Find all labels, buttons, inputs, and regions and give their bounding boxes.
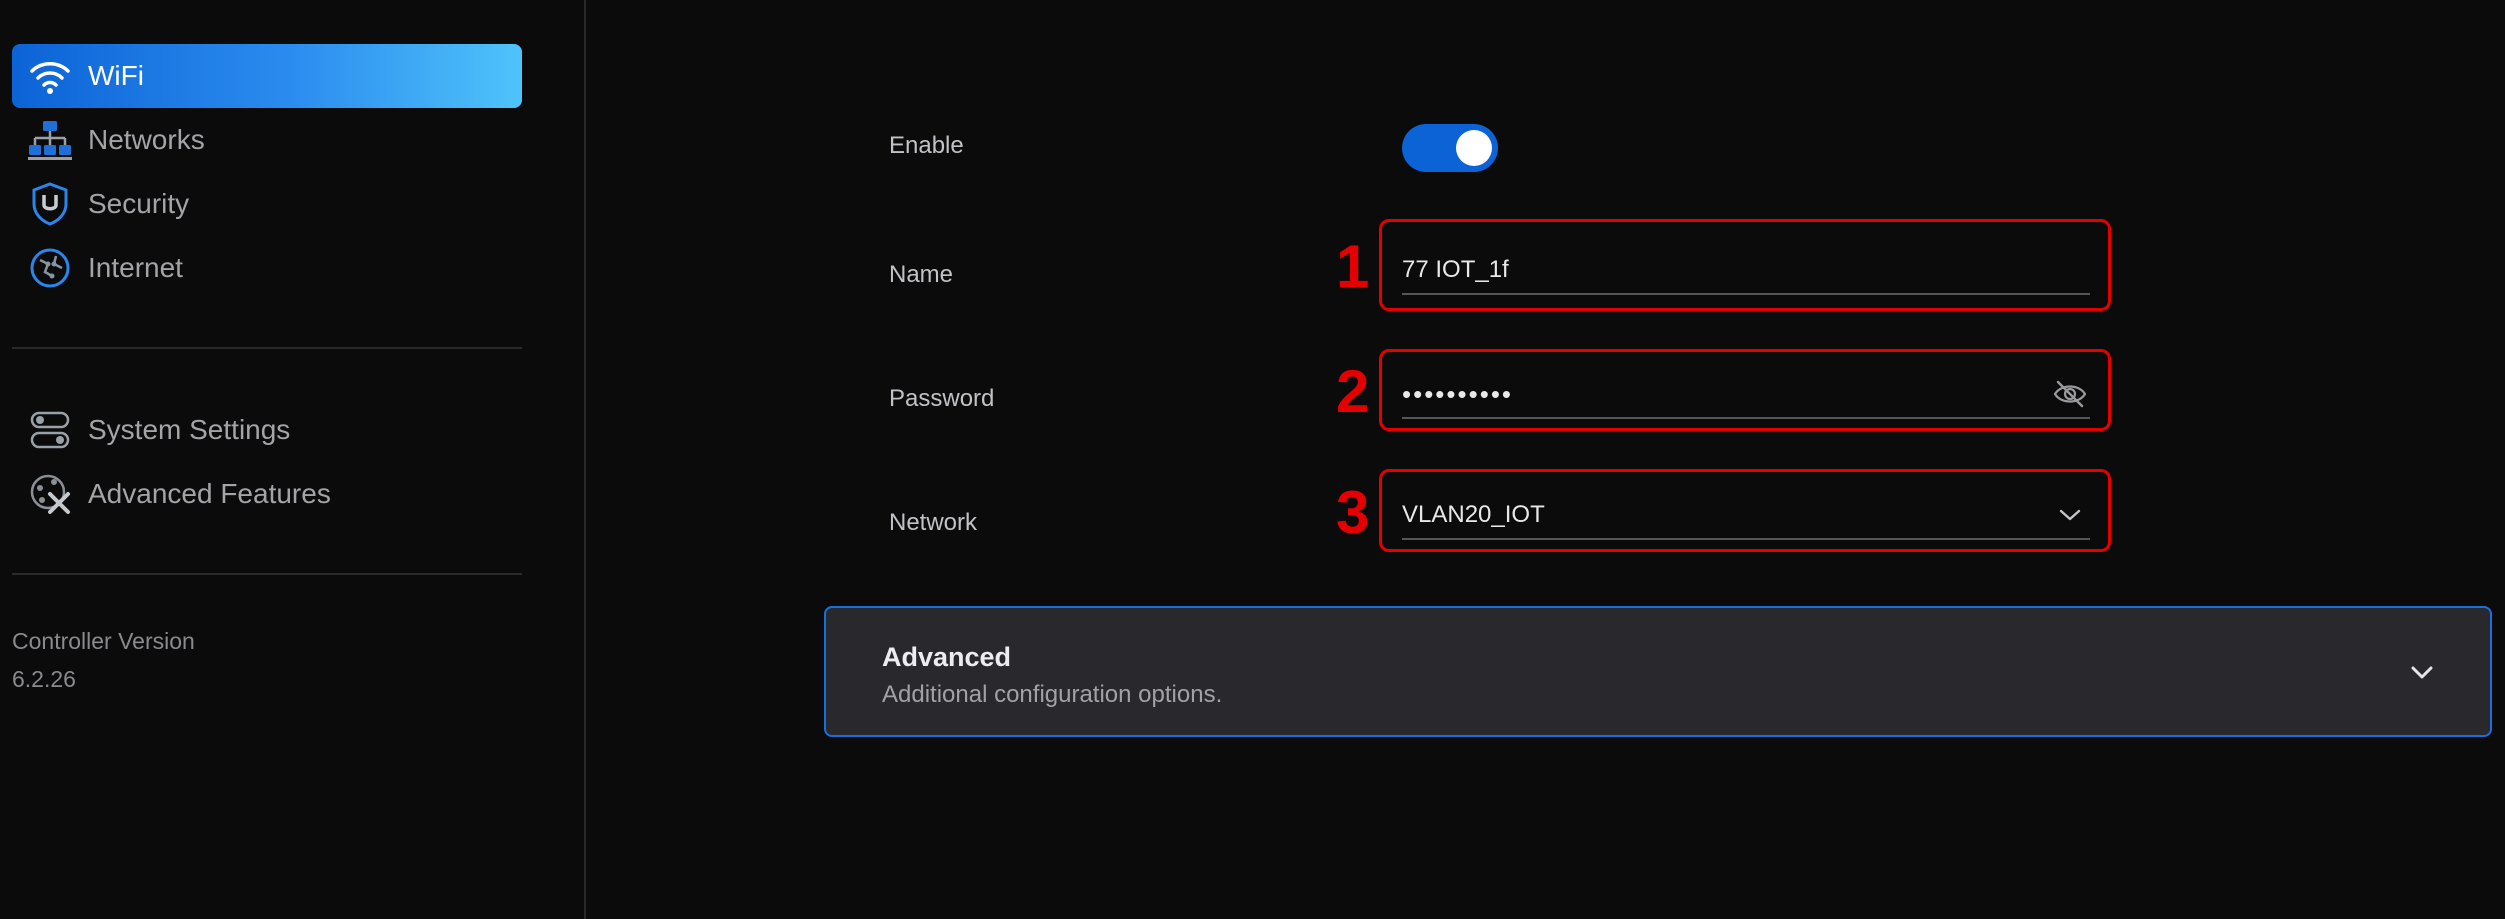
globe-icon (28, 246, 72, 290)
callout-number-1: 1 (1336, 233, 1370, 300)
eye-slash-icon[interactable] (2050, 374, 2090, 414)
network-label: Network (889, 509, 978, 536)
password-value: •••••••••• (1402, 378, 1514, 409)
callout-number-2: 2 (1336, 358, 1370, 425)
sidebar-item-networks[interactable]: Networks (12, 108, 522, 172)
enable-label: Enable (889, 132, 964, 159)
sidebar-item-security[interactable]: Security (12, 172, 522, 236)
sidebar-item-system-settings[interactable]: System Settings (12, 398, 522, 462)
callout-number-3: 3 (1336, 479, 1370, 546)
network-select[interactable]: VLAN20_IOT (1402, 492, 2090, 540)
sidebar-item-label: Security (88, 188, 190, 219)
password-field[interactable]: •••••••••• (1402, 371, 2090, 419)
name-label: Name (889, 261, 954, 288)
network-value: VLAN20_IOT (1402, 501, 1545, 528)
chevron-down-icon (2404, 654, 2440, 690)
sidebar-divider (12, 347, 522, 349)
sidebar-item-label: Advanced Features (88, 478, 331, 509)
app-window: WiFi Networks Security Internet System S… (0, 0, 2505, 919)
network-topology-icon (28, 118, 72, 162)
toggle-knob (1456, 130, 1492, 166)
shield-icon (28, 182, 72, 226)
toggles-icon (28, 408, 72, 452)
sidebar-item-label: WiFi (88, 60, 144, 91)
advanced-title: Advanced (882, 642, 1012, 672)
sidebar: WiFi Networks Security Internet System S… (0, 0, 586, 919)
chevron-down-icon (2050, 495, 2090, 535)
advanced-subtitle: Additional configuration options. (882, 681, 1223, 708)
controller-version-value: 6.2.26 (12, 666, 76, 692)
name-field[interactable]: 77 IOT_1f (1402, 247, 2090, 295)
sidebar-item-wifi[interactable]: WiFi (12, 44, 522, 108)
tools-icon (28, 472, 72, 516)
enable-toggle[interactable] (1402, 124, 1498, 172)
sidebar-item-label: System Settings (88, 414, 291, 445)
wifi-icon (28, 54, 72, 98)
password-label: Password (889, 385, 995, 412)
controller-version-label: Controller Version (12, 628, 195, 654)
advanced-section-toggle[interactable]: Advanced Additional configuration option… (824, 606, 2492, 737)
name-value: 77 IOT_1f (1402, 256, 1509, 283)
sidebar-divider (12, 573, 522, 575)
sidebar-item-advanced-features[interactable]: Advanced Features (12, 462, 522, 526)
sidebar-item-internet[interactable]: Internet (12, 236, 522, 300)
sidebar-item-label: Networks (88, 124, 205, 155)
sidebar-item-label: Internet (88, 252, 183, 283)
